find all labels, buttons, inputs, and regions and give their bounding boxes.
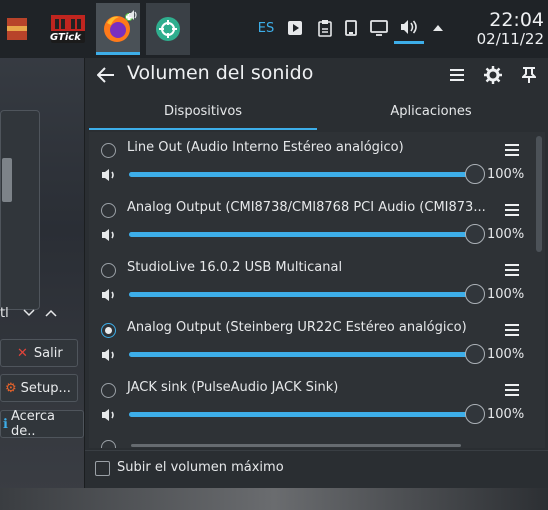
pin-icon[interactable]: [519, 65, 539, 85]
audio-playing-icon: [129, 10, 137, 20]
media-player-icon[interactable]: [284, 14, 306, 42]
list-item: Analog Output (Steinberg UR22C Estéreo a…: [89, 314, 539, 374]
device-name-partial: [131, 444, 461, 447]
chevron-down-icon[interactable]: [23, 309, 35, 317]
firefox-icon[interactable]: [96, 3, 140, 55]
speaker-icon[interactable]: [101, 348, 117, 362]
raise-max-volume-label: Subir el volumen máximo: [117, 460, 284, 475]
show-hidden-icons-arrow[interactable]: [428, 14, 448, 42]
setup-icon: ⚙: [5, 380, 17, 396]
device-radio[interactable]: [101, 263, 116, 278]
unknown-app-icon[interactable]: [0, 3, 34, 55]
menu-icon[interactable]: [447, 65, 467, 85]
menu-icon[interactable]: [503, 141, 521, 159]
volume-slider-handle[interactable]: [465, 224, 485, 244]
volume-slider-handle[interactable]: [465, 344, 485, 364]
gtick-app-icon[interactable]: GTick: [44, 3, 92, 55]
gear-icon[interactable]: [483, 65, 503, 85]
clock-date: 02/11/22: [476, 30, 544, 48]
menu-icon[interactable]: [503, 201, 521, 219]
volume-slider-fill: [129, 232, 475, 237]
background-fragment-text: tl: [0, 305, 9, 321]
tab-bar: Dispositivos Aplicaciones: [85, 98, 548, 130]
background-control: [2, 158, 12, 202]
setup-button[interactable]: ⚙ Setup...: [0, 374, 78, 402]
gtick-label: GTick: [50, 32, 81, 43]
speaker-icon[interactable]: [101, 288, 117, 302]
device-radio-selected[interactable]: [101, 323, 116, 338]
list-item-partial: [101, 438, 531, 448]
list-item: Analog Output (CMI8738/CMI8768 PCI Audio…: [89, 194, 539, 254]
menu-icon[interactable]: [503, 261, 521, 279]
volume-slider-fill: [129, 412, 475, 417]
exit-button[interactable]: ✕ Salir: [0, 339, 78, 367]
chevron-up-icon[interactable]: [45, 309, 57, 317]
x-icon: ✕: [17, 345, 28, 361]
volume-popup: Volumen del sonido Dispositivos Aplicaci…: [84, 58, 548, 488]
menu-icon[interactable]: [503, 381, 521, 399]
speaker-icon[interactable]: [101, 228, 117, 242]
taskbar: GTick ES 22:04 02/11/22: [0, 0, 548, 58]
volume-percent: 100%: [487, 407, 525, 422]
popup-footer: Subir el volumen máximo: [85, 450, 548, 488]
about-button[interactable]: ℹ Acerca de..: [0, 409, 84, 439]
exit-button-label: Salir: [33, 345, 63, 361]
menu-icon[interactable]: [503, 321, 521, 339]
volume-slider[interactable]: [129, 172, 475, 177]
volume-slider[interactable]: [129, 412, 475, 417]
volume-slider-fill: [129, 352, 475, 357]
volume-tray-icon[interactable]: [394, 12, 424, 44]
tab-applications[interactable]: Aplicaciones: [317, 98, 545, 130]
about-button-label: Acerca de..: [10, 409, 55, 439]
device-radio[interactable]: [101, 383, 116, 398]
volume-slider[interactable]: [129, 292, 475, 297]
volume-slider-handle[interactable]: [465, 404, 485, 424]
background-toolbar: tl: [0, 300, 84, 326]
display-icon[interactable]: [366, 14, 392, 42]
device-name: Analog Output (CMI8738/CMI8768 PCI Audio…: [127, 200, 486, 215]
clipboard-icon[interactable]: [314, 14, 336, 42]
desktop-background: [0, 488, 548, 510]
device-radio[interactable]: [101, 203, 116, 218]
device-radio[interactable]: [101, 440, 116, 448]
keyboard-layout-indicator[interactable]: ES: [254, 14, 278, 42]
list-item: StudioLive 16.0.2 USB Multicanal 100%: [89, 254, 539, 314]
raise-max-volume-checkbox[interactable]: [95, 461, 110, 476]
volume-percent: 100%: [487, 227, 525, 242]
back-arrow-icon[interactable]: [95, 64, 117, 86]
volume-slider-fill: [129, 172, 475, 177]
device-notifier-icon[interactable]: [340, 14, 362, 42]
info-icon: ℹ: [3, 416, 8, 432]
device-name: JACK sink (PulseAudio JACK Sink): [127, 380, 339, 395]
volume-slider-handle[interactable]: [465, 164, 485, 184]
list-item: JACK sink (PulseAudio JACK Sink) 100%: [89, 374, 539, 434]
volume-slider[interactable]: [129, 352, 475, 357]
green-app-icon[interactable]: [146, 3, 190, 55]
device-name: Analog Output (Steinberg UR22C Estéreo a…: [127, 320, 467, 335]
volume-slider-handle[interactable]: [465, 284, 485, 304]
clock[interactable]: 22:04 02/11/22: [464, 10, 544, 48]
tab-devices[interactable]: Dispositivos: [89, 98, 317, 130]
popup-header: Volumen del sonido: [85, 58, 548, 92]
device-radio[interactable]: [101, 143, 116, 158]
volume-slider[interactable]: [129, 232, 475, 237]
popup-title: Volumen del sonido: [127, 62, 314, 84]
list-item: Line Out (Audio Interno Estéreo analógic…: [89, 134, 539, 194]
volume-percent: 100%: [487, 347, 525, 362]
scrollbar[interactable]: [536, 136, 542, 252]
volume-percent: 100%: [487, 167, 525, 182]
device-name: StudioLive 16.0.2 USB Multicanal: [127, 260, 343, 275]
speaker-icon[interactable]: [101, 408, 117, 422]
device-list: Line Out (Audio Interno Estéreo analógic…: [89, 132, 545, 448]
setup-button-label: Setup...: [20, 380, 71, 396]
volume-percent: 100%: [487, 287, 525, 302]
background-panel: [0, 110, 40, 310]
volume-slider-fill: [129, 292, 475, 297]
speaker-icon[interactable]: [101, 168, 117, 182]
clock-time: 22:04: [489, 9, 544, 31]
device-name: Line Out (Audio Interno Estéreo analógic…: [127, 140, 404, 155]
